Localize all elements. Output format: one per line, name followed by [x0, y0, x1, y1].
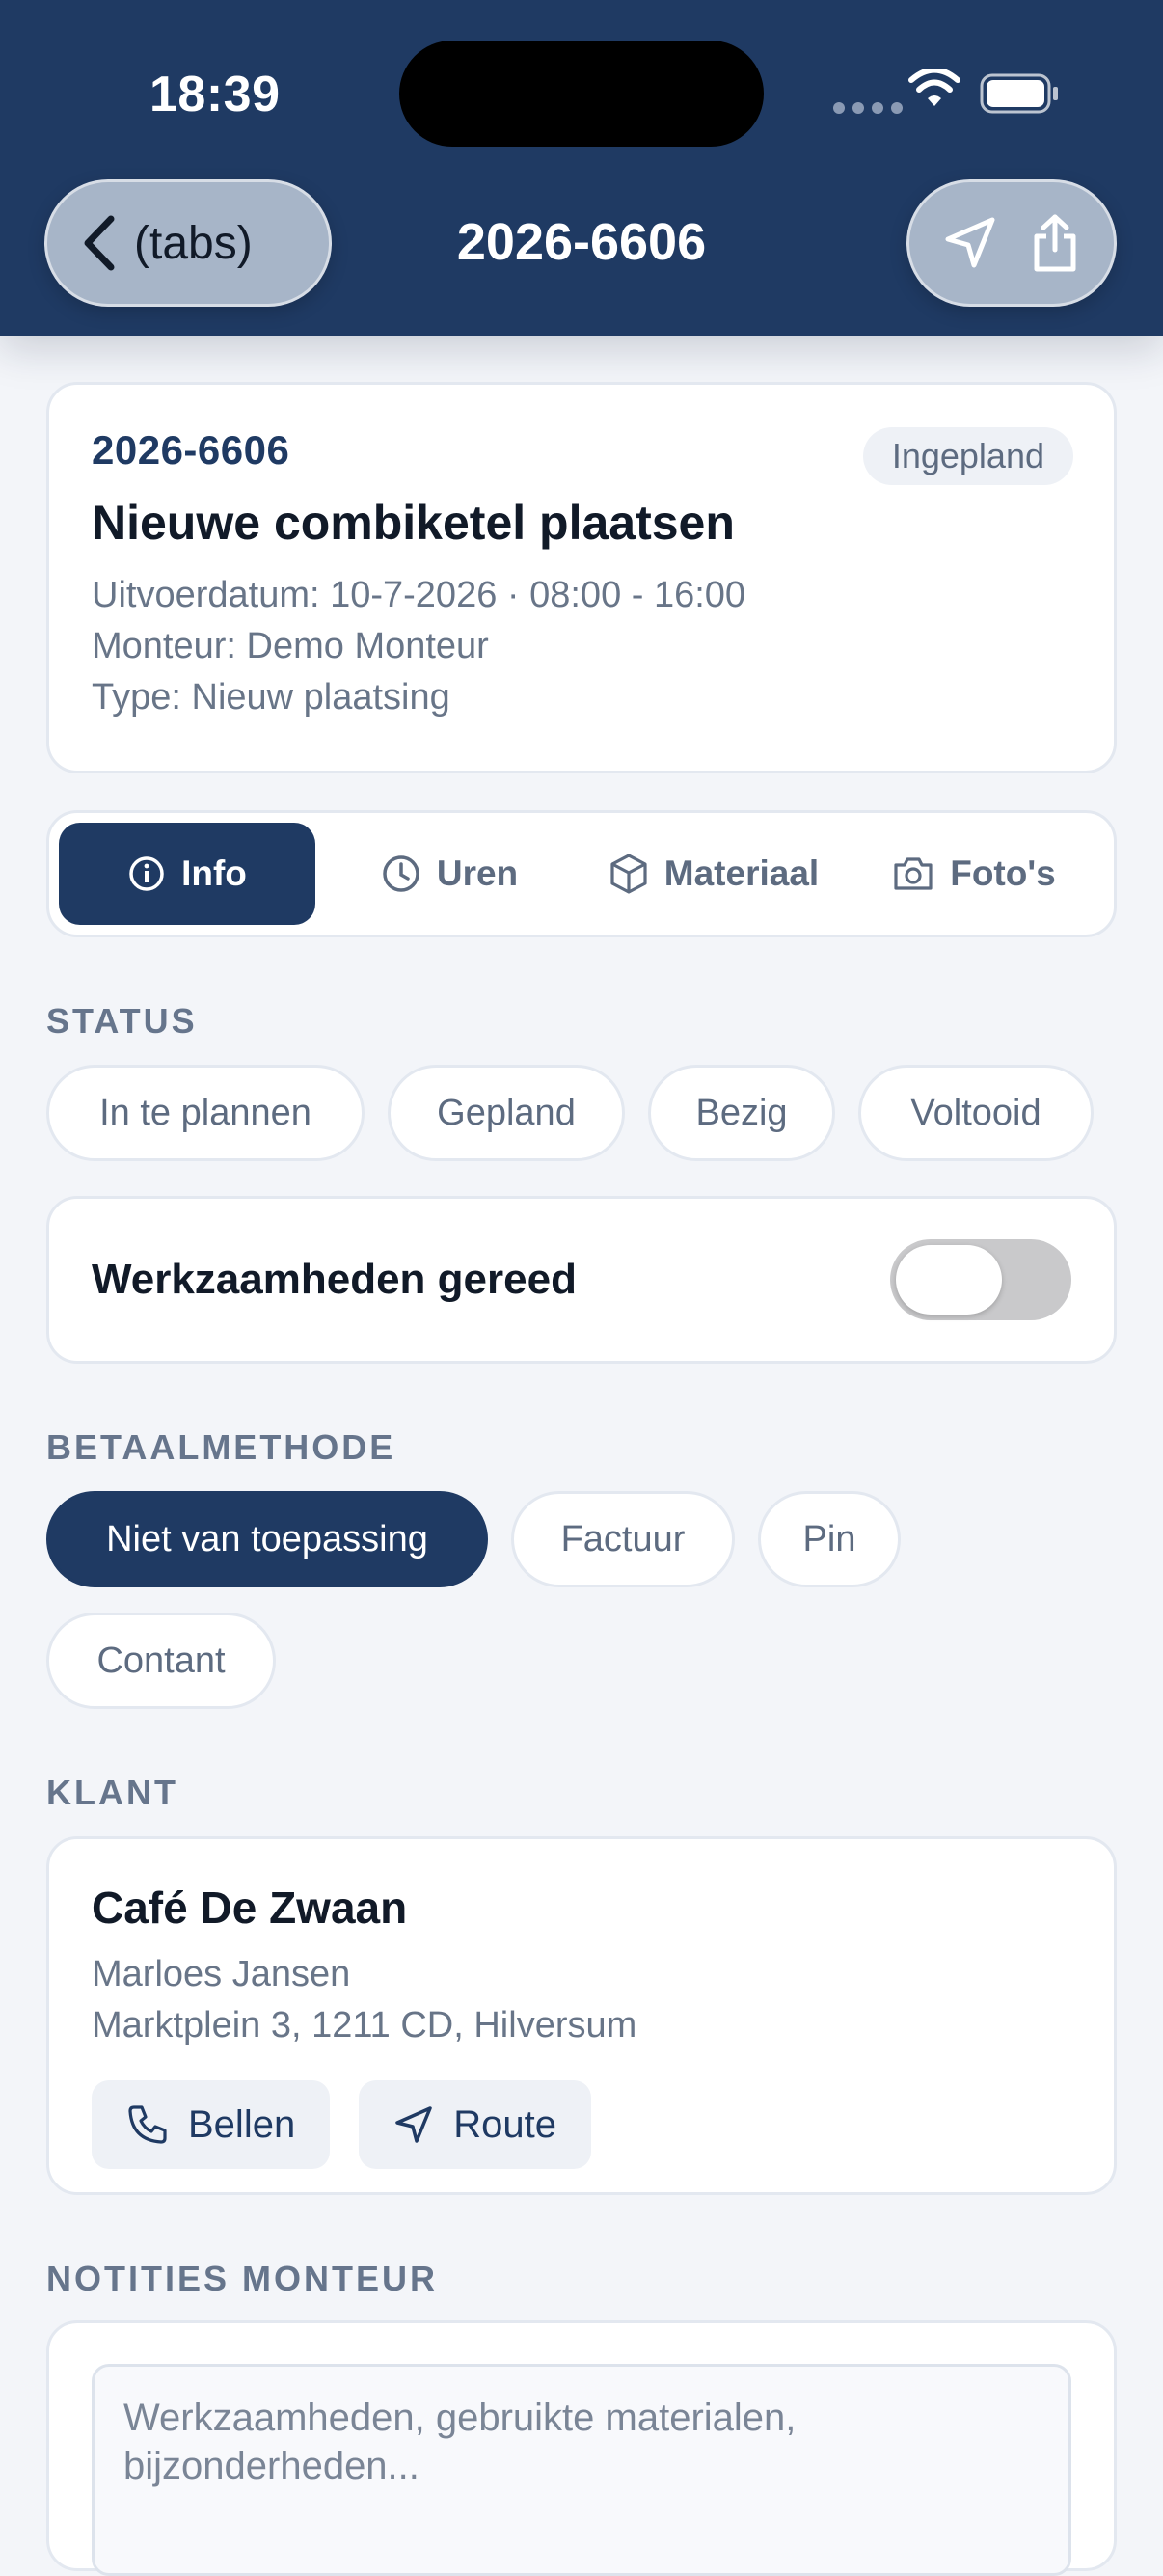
header-actions [906, 179, 1117, 307]
client-card: Café De Zwaan Marloes Jansen Marktplein … [46, 1836, 1117, 2195]
call-button-label: Bellen [188, 2102, 296, 2146]
job-type: Type: Nieuw plaatsing [92, 677, 450, 718]
job-technician: Monteur: Demo Monteur [92, 626, 489, 666]
navigate-icon[interactable] [942, 215, 998, 271]
status-option-voltooid[interactable]: Voltooid [858, 1065, 1094, 1161]
job-title: Nieuwe combiketel plaatsen [92, 496, 735, 550]
dynamic-island [399, 41, 764, 147]
clock-icon [383, 855, 419, 892]
payment-option-niet-van-toepassing[interactable]: Niet van toepassing [46, 1491, 488, 1587]
tab-materiaal[interactable]: Materiaal [583, 823, 844, 925]
client-name: Café De Zwaan [92, 1883, 408, 1933]
battery-icon [980, 73, 1058, 114]
payment-option-factuur[interactable]: Factuur [511, 1491, 735, 1587]
status-bar-time: 18:39 [149, 67, 281, 122]
payment-option-contant[interactable]: Contant [46, 1613, 276, 1709]
notes-placeholder: Werkzaamheden, gebruikte materialen, bij… [123, 2397, 797, 2487]
tab-info-label: Info [181, 854, 247, 893]
share-icon[interactable] [1029, 213, 1081, 273]
box-icon [610, 854, 647, 894]
call-button[interactable]: Bellen [92, 2080, 331, 2169]
job-summary-card: 2026-6606 Ingepland Nieuwe combiketel pl… [46, 382, 1117, 773]
status-option-in-te-plannen[interactable]: In te plannen [46, 1065, 365, 1161]
tab-uren[interactable]: Uren [315, 823, 583, 925]
tab-fotos[interactable]: Foto's [844, 823, 1104, 925]
status-option-bezig[interactable]: Bezig [648, 1065, 835, 1161]
camera-icon [894, 857, 933, 890]
payment-section-label: BETAALMETHODE [46, 1427, 396, 1467]
navigate-icon [395, 2106, 432, 2143]
client-address: Marktplein 3, 1211 CD, Hilversum [92, 2005, 637, 2046]
status-badge: Ingepland [862, 427, 1073, 485]
payment-option-pin[interactable]: Pin [758, 1491, 901, 1587]
phone-icon [128, 2105, 167, 2144]
notes-textarea[interactable]: Werkzaamheden, gebruikte materialen, bij… [92, 2364, 1071, 2576]
notes-section-label: NOTITIES MONTEUR [46, 2259, 438, 2298]
status-option-gepland[interactable]: Gepland [388, 1065, 625, 1161]
tab-uren-label: Uren [436, 854, 519, 893]
client-actions: Bellen Route [92, 2080, 1071, 2169]
info-icon [129, 856, 164, 891]
client-contact: Marloes Jansen [92, 1954, 351, 1994]
tab-info[interactable]: Info [59, 823, 315, 925]
status-section-label: STATUS [46, 1001, 198, 1041]
cellular-signal-icon [833, 102, 903, 114]
tab-fotos-label: Foto's [950, 854, 1056, 893]
wifi-icon [908, 69, 960, 106]
toggle-knob [896, 1245, 1002, 1315]
detail-tabs: Info Uren Materiaal Foto's [46, 810, 1117, 937]
work-done-label: Werkzaamheden gereed [92, 1256, 577, 1303]
tab-materiaal-label: Materiaal [663, 854, 820, 893]
navigation-header: 18:39 (tabs) 2026-6606 [0, 0, 1163, 336]
notes-card: Werkzaamheden, gebruikte materialen, bij… [46, 2320, 1117, 2576]
route-button[interactable]: Route [359, 2080, 591, 2169]
route-button-label: Route [453, 2102, 556, 2146]
work-done-card: Werkzaamheden gereed [46, 1196, 1117, 1364]
client-section-label: KLANT [46, 1773, 178, 1812]
work-done-toggle[interactable] [890, 1239, 1071, 1320]
job-execution-date: Uitvoerdatum: 10-7-2026 · 08:00 - 16:00 [92, 575, 746, 615]
